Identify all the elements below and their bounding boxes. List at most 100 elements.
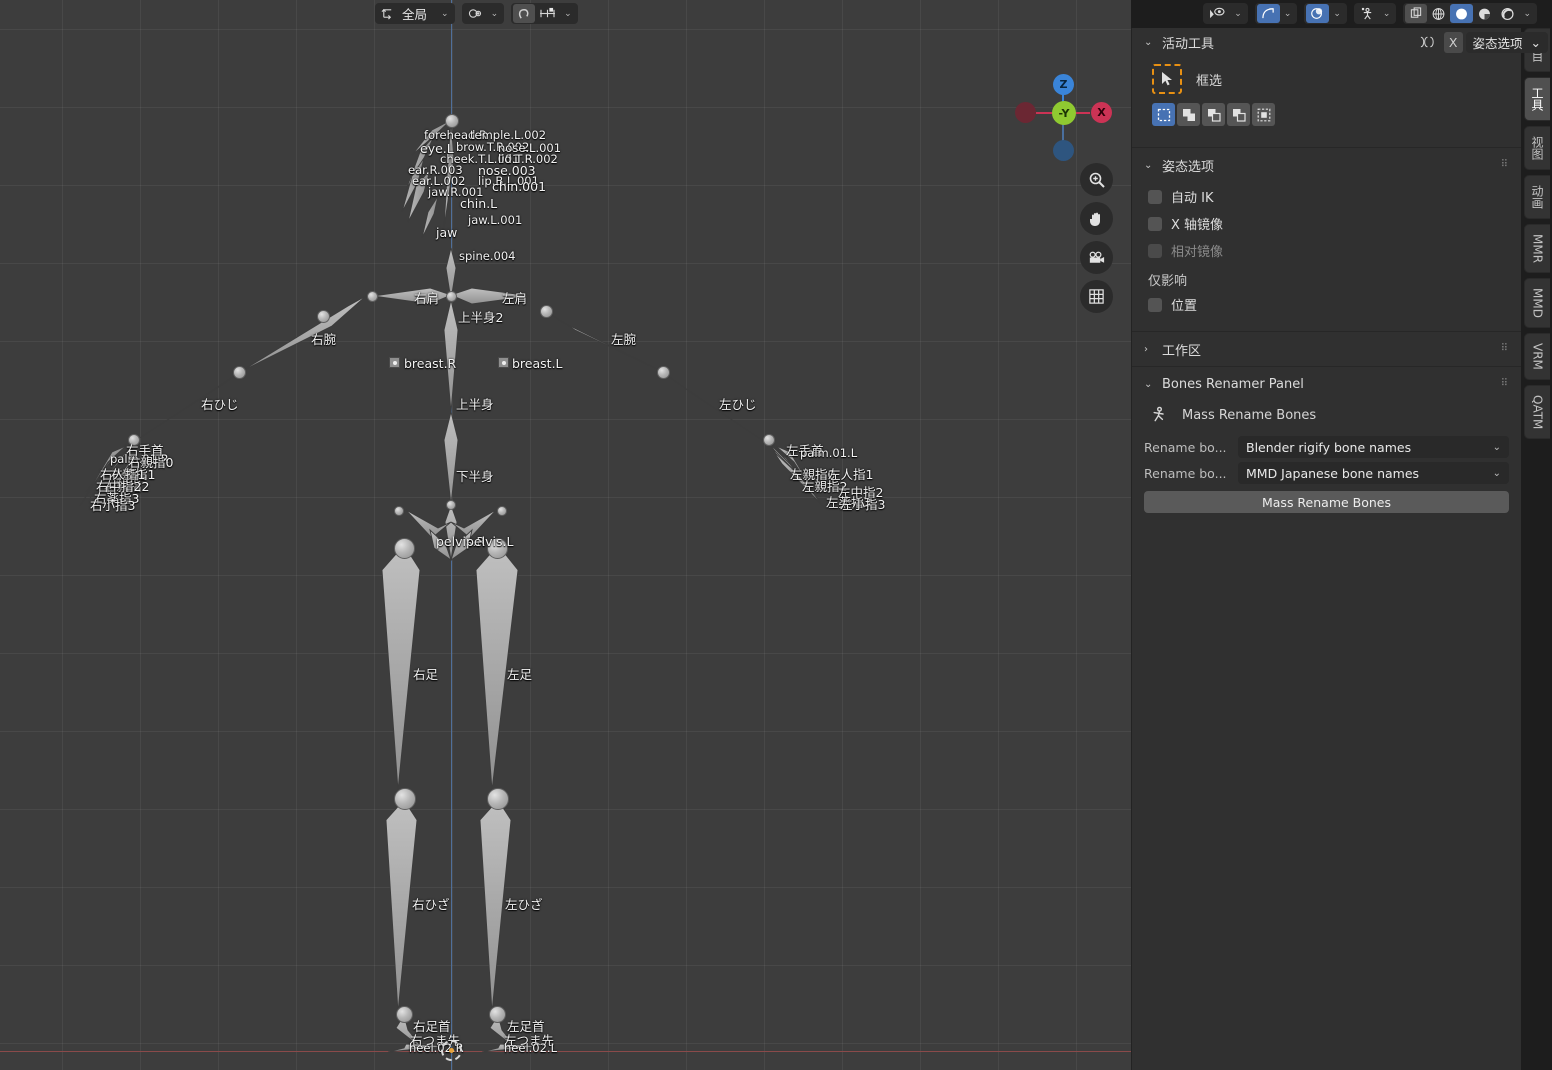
gizmo-axis-z[interactable]: Z (1053, 74, 1074, 95)
mass-rename-operator-row[interactable]: Mass Rename Bones (1144, 402, 1509, 432)
bone-snap-icon[interactable] (1414, 32, 1441, 53)
pivot-point-group[interactable]: ⌄ (461, 3, 505, 24)
bone-joint[interactable] (657, 366, 670, 379)
select-invert-mode[interactable] (1227, 103, 1250, 126)
panel-active-tool-body[interactable]: 框选 (1132, 56, 1521, 144)
panel-bones-renamer-body[interactable]: Mass Rename Bones Rename bo... Blender r… (1132, 398, 1521, 523)
transform-orientation-group[interactable]: 全局 ⌄ (375, 3, 455, 24)
mass-rename-bones-button[interactable]: Mass Rename Bones (1144, 491, 1509, 513)
panel-workspace-header[interactable]: › 工作区 ⠿ (1132, 335, 1521, 363)
shading-rendered[interactable] (1496, 4, 1519, 23)
shading-wireframe[interactable] (1427, 4, 1450, 23)
visibility-selectability-icon[interactable] (1205, 4, 1230, 23)
toggle-orthographic-icon[interactable] (1080, 280, 1113, 313)
checkbox-auto-ik[interactable]: 自动 IK (1144, 183, 1509, 210)
bone-joint[interactable] (487, 788, 509, 810)
chevron-down-icon[interactable]: ⌄ (1329, 9, 1345, 19)
bone-joint[interactable] (540, 305, 553, 318)
viewport-header-right[interactable]: ⌄ ⌄ ⌄ ⌄ ⌄ (1203, 0, 1544, 27)
sidebar-tab-工具[interactable]: 工具 (1524, 77, 1550, 121)
select-set-mode[interactable] (1152, 103, 1175, 126)
viewport-subheader[interactable]: X 姿态选项 ⌄ (1414, 30, 1548, 54)
visibility-group[interactable]: ⌄ (1203, 3, 1248, 24)
sidebar-tab-qatm[interactable]: QATM (1524, 384, 1550, 440)
proportional-edit-icon[interactable] (535, 4, 560, 23)
sidebar-category-tabs[interactable]: 条目工具视图动画MMRMMDVRMQATM (1521, 28, 1552, 1070)
gizmo-axis-negx[interactable] (1015, 102, 1036, 123)
bone-joint[interactable] (394, 788, 416, 810)
shading-solid[interactable] (1450, 4, 1474, 23)
panel-grip[interactable]: ⠿ (1501, 379, 1509, 389)
viewport-header[interactable]: 全局 ⌄ ⌄ ⌄ (0, 0, 1131, 27)
breast-bone-r-handle[interactable] (389, 357, 400, 368)
pan-hand-icon[interactable] (1080, 202, 1113, 235)
bone-joint[interactable] (317, 310, 330, 323)
checkbox-box[interactable] (1148, 297, 1162, 312)
chevron-down-icon[interactable]: ⌄ (1230, 9, 1246, 19)
panel-bones-renamer-header[interactable]: ⌄ Bones Renamer Panel ⠿ (1132, 370, 1521, 398)
armature-rig[interactable]: forehead.R temple.L.002 brow.T.R.002 eye.L n… (0, 0, 1131, 1070)
snapping-group[interactable]: ⌄ (511, 3, 578, 24)
checkbox-box[interactable] (1148, 189, 1162, 204)
sidebar-tab-mmd[interactable]: MMD (1524, 278, 1550, 328)
viewport-nav-buttons[interactable] (1080, 163, 1114, 319)
snap-magnet-icon[interactable] (513, 4, 536, 23)
checkbox-box[interactable] (1148, 216, 1162, 231)
select-subtract-mode[interactable] (1202, 103, 1225, 126)
3d-viewport[interactable]: forehead.R temple.L.002 brow.T.R.002 eye.L n… (0, 0, 1131, 1070)
gizmo-axis-negy[interactable]: -Y (1052, 101, 1076, 125)
close-icon[interactable]: X (1443, 31, 1463, 53)
toggle-xray-button[interactable] (1405, 4, 1428, 23)
bone-joint[interactable] (394, 506, 404, 516)
overlays-icon[interactable] (1306, 4, 1330, 23)
mode-select[interactable]: 姿态选项 ⌄ (1465, 31, 1548, 53)
chevron-down-icon[interactable]: ⌄ (1379, 9, 1395, 19)
gizmo-axis-x[interactable]: X (1091, 102, 1112, 123)
panel-pose-options-header[interactable]: ⌄ 姿态选项 ⠿ (1132, 151, 1521, 179)
bone-joint[interactable] (233, 366, 246, 379)
select-extend-mode[interactable] (1177, 103, 1200, 126)
xray-group[interactable]: ⌄ (1353, 3, 1397, 24)
select-mode-row[interactable] (1144, 100, 1509, 134)
rename-to-select[interactable]: MMD Japanese bone names ⌄ (1238, 462, 1509, 484)
bone-joint[interactable] (445, 114, 459, 128)
select-intersect-mode[interactable] (1252, 103, 1275, 126)
chevron-down-icon[interactable]: ⌄ (1519, 9, 1535, 19)
chevron-down-icon[interactable]: ⌄ (487, 9, 503, 19)
sidebar-tab-视图[interactable]: 视图 (1524, 126, 1550, 170)
breast-bone-l-handle[interactable] (498, 357, 509, 368)
bone-joint[interactable] (489, 1006, 506, 1023)
sidebar-tab-vrm[interactable]: VRM (1524, 333, 1550, 380)
gizmo-axis-negz[interactable] (1053, 140, 1074, 161)
box-select-cursor-icon[interactable] (1152, 64, 1182, 94)
camera-view-icon[interactable] (1080, 241, 1113, 274)
xray-icon[interactable] (1356, 4, 1379, 23)
rename-to-row[interactable]: Rename bo... MMD Japanese bone names ⌄ (1144, 462, 1509, 484)
chevron-down-icon[interactable]: ⌄ (437, 9, 453, 19)
bone-joint[interactable] (446, 291, 457, 302)
gizmo-icon[interactable] (1256, 4, 1280, 23)
bone-joint[interactable] (763, 434, 775, 446)
navigation-gizmo[interactable]: Z -Y X (1012, 62, 1112, 162)
overlays-group[interactable]: ⌄ (1304, 3, 1347, 24)
bone-joint[interactable] (394, 538, 415, 559)
gizmo-group[interactable]: ⌄ (1254, 3, 1298, 24)
bone-joint[interactable] (497, 506, 507, 516)
checkbox-locations[interactable]: 位置 (1144, 291, 1509, 318)
rename-from-row[interactable]: Rename bo... Blender rigify bone names ⌄ (1144, 436, 1509, 458)
bone-joint[interactable] (446, 500, 456, 510)
properties-sidebar[interactable]: ⌄ 活动工具 ⠿ 框选 (1131, 28, 1521, 1070)
panel-pose-options-body[interactable]: 自动 IK X 轴镜像 相对镜像 仅影响 位置 (1132, 179, 1521, 328)
shading-material-preview[interactable] (1473, 4, 1496, 23)
sidebar-tab-动画[interactable]: 动画 (1524, 175, 1550, 219)
shading-group[interactable]: ⌄ (1403, 3, 1537, 24)
bone-joint[interactable] (396, 1006, 413, 1023)
bone-joint[interactable] (367, 291, 378, 302)
zoom-icon[interactable] (1080, 163, 1113, 196)
sidebar-tab-mmr[interactable]: MMR (1524, 224, 1550, 274)
panel-grip[interactable]: ⠿ (1501, 160, 1509, 170)
checkbox-x-axis-mirror[interactable]: X 轴镜像 (1144, 210, 1509, 237)
rename-from-select[interactable]: Blender rigify bone names ⌄ (1238, 436, 1509, 458)
active-tool-row[interactable]: 框选 (1144, 60, 1509, 100)
panel-grip[interactable]: ⠿ (1501, 344, 1509, 354)
